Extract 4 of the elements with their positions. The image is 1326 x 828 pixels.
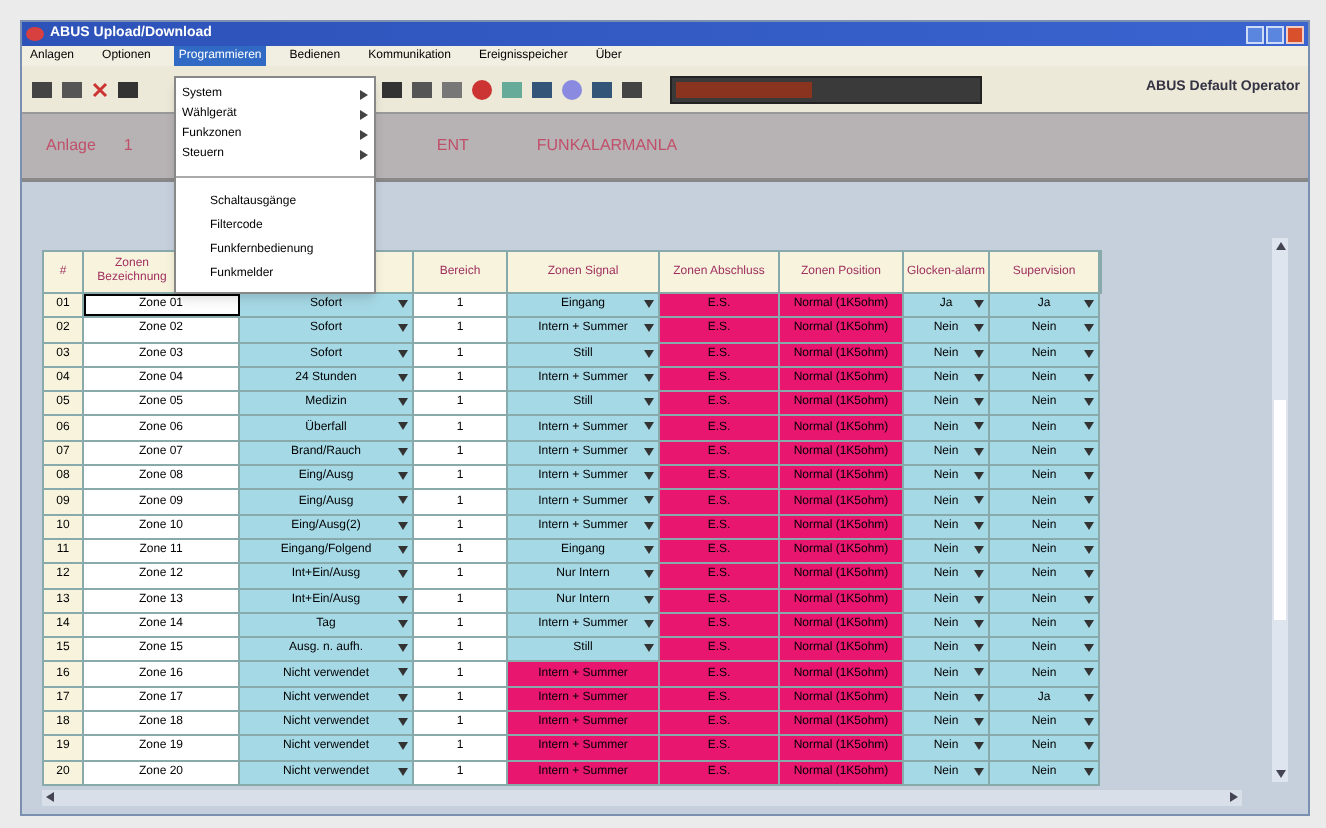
- plant-number: 1: [123, 134, 133, 158]
- plant-label: Anlage: [46, 134, 96, 158]
- header-text: ENT: [436, 134, 469, 158]
- system-name: FUNKALARMANLA: [536, 134, 678, 158]
